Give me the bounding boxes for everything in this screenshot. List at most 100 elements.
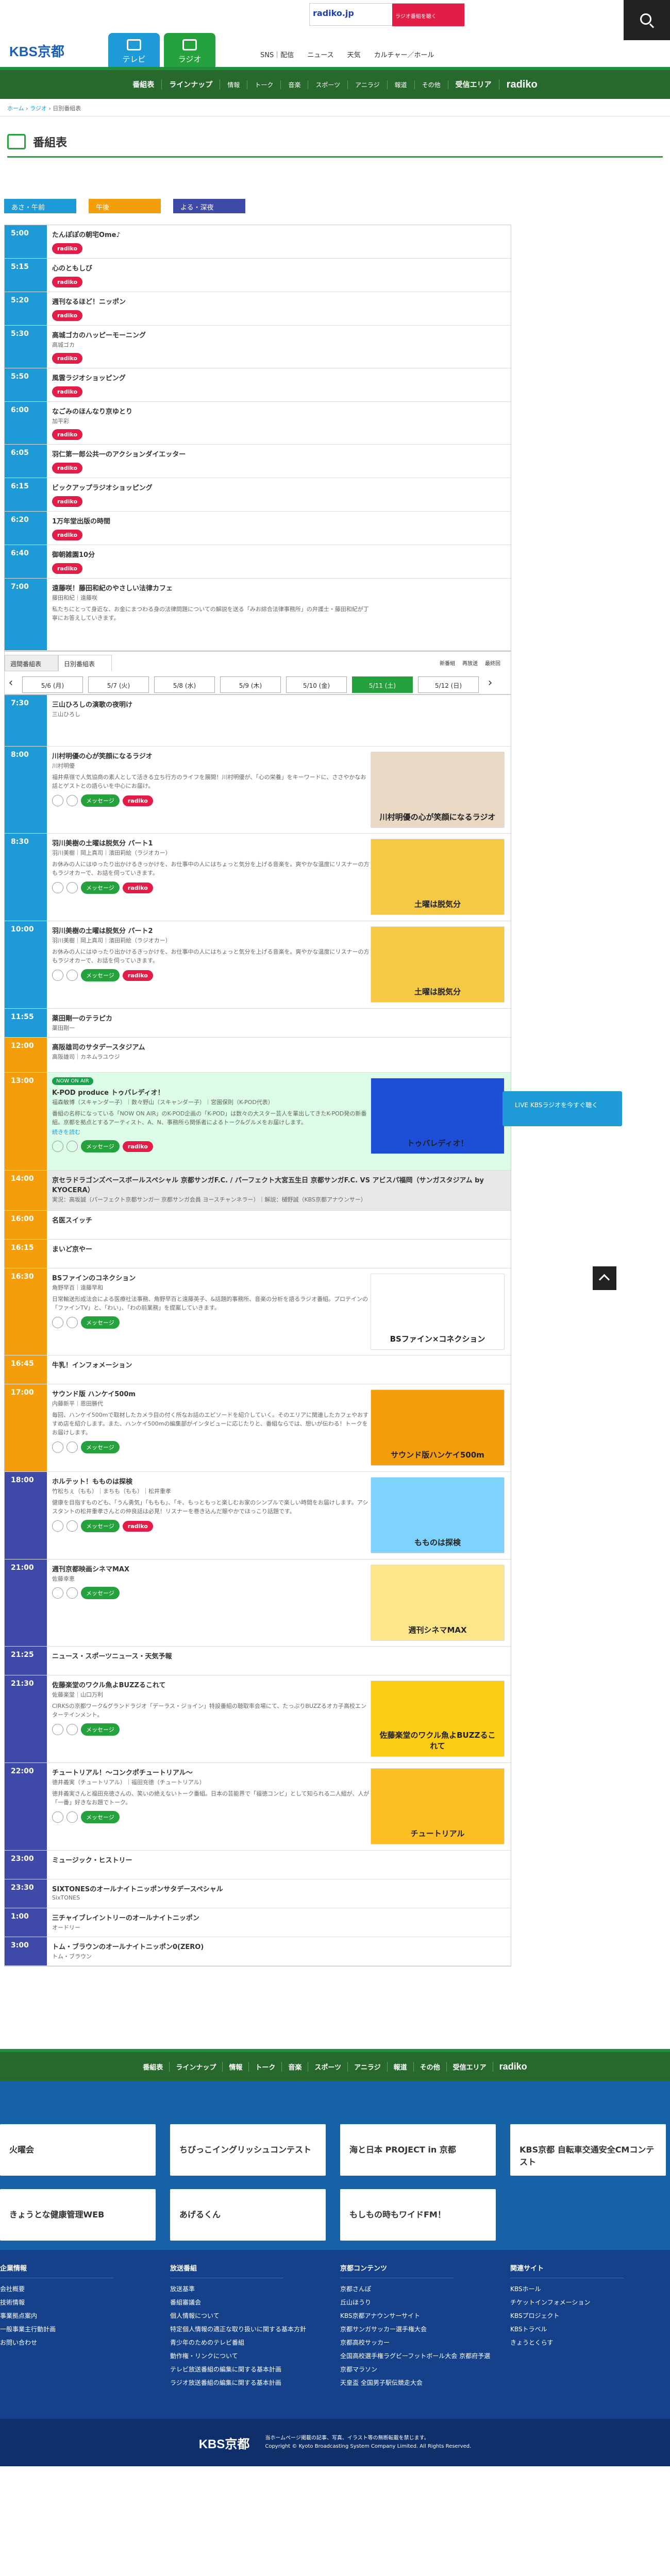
link-icon[interactable] (66, 1724, 78, 1735)
footer-link[interactable]: ラジオ放送番組の編集に関する基本計画 (170, 2376, 306, 2389)
fnav-item-1[interactable]: ラインナップ (170, 2061, 223, 2072)
footer-link[interactable]: KBS京都アナウンサーサイト (340, 2309, 490, 2323)
tab-tv[interactable]: テレビ (108, 33, 160, 67)
footer-link[interactable]: 番組審議会 (170, 2296, 306, 2309)
banner-3[interactable]: KBS京都 自転車交通安全CMコンテスト (510, 2124, 666, 2176)
link-icon[interactable] (66, 795, 78, 806)
program-title[interactable]: 心のともしび (52, 263, 506, 273)
tab-radio[interactable]: ラジオ (164, 33, 215, 67)
program-thumbnail[interactable]: BSファイン×コネクション (371, 1274, 505, 1350)
radiko-button[interactable]: radiko (52, 243, 83, 254)
banner-6[interactable]: もしもの時もワイドFM！ (340, 2189, 496, 2241)
link-icon[interactable] (66, 1442, 78, 1453)
share-icon[interactable] (52, 882, 63, 893)
program-title[interactable]: SIXTONESのオールナイトニッポンサタデースペシャル (52, 1884, 506, 1893)
program-title[interactable]: ビックアップラジオショッピング (52, 482, 506, 492)
program-thumbnail[interactable]: チュートリアル (371, 1768, 505, 1844)
gnav-item-4[interactable]: 音楽 (281, 80, 309, 89)
share-icon[interactable] (52, 1442, 63, 1453)
kbs-logo[interactable]: KBS京都 (9, 41, 64, 60)
program-thumbnail[interactable]: トゥバレディオ！ (371, 1078, 505, 1154)
fnav-radiko[interactable]: radiko (493, 2061, 533, 2072)
message-button[interactable]: メッセージ (81, 882, 120, 894)
footer-link[interactable]: KBSプロジェクト (510, 2309, 624, 2323)
link-icon[interactable] (66, 970, 78, 981)
live-radio-button[interactable]: LIVE KBSラジオを今すぐ聴く (502, 1091, 622, 1126)
day-6[interactable]: 5/12 (日) (418, 676, 479, 693)
message-button[interactable]: メッセージ (81, 1520, 120, 1532)
link-icon[interactable] (66, 1587, 78, 1599)
nav-sns[interactable]: SNS｜配信 (260, 49, 294, 59)
period-morning-button[interactable]: あさ・午前 (4, 199, 76, 213)
program-title[interactable]: 御朝雑園10分 (52, 549, 506, 559)
footer-link[interactable]: 動作権・リンクについて (170, 2349, 306, 2363)
program-title[interactable]: 遠藤咲！藤田和紀のやさしい法律カフェ (52, 583, 506, 592)
search-button[interactable] (624, 0, 670, 40)
radiko-button[interactable]: radiko (122, 882, 153, 893)
radiko-button[interactable]: radiko (52, 386, 83, 397)
program-thumbnail[interactable]: 川村明優の心が笑顔になるラジオ (371, 752, 505, 828)
program-thumbnail[interactable]: 土曜は脱気分 (371, 926, 505, 1003)
radiko-button[interactable]: radiko (52, 277, 83, 287)
gnav-item-1[interactable]: ラインナップ (162, 79, 221, 90)
share-icon[interactable] (52, 1520, 63, 1532)
tab-weekly[interactable]: 週間番組表 (5, 655, 58, 671)
radiko-button[interactable]: radiko (52, 530, 83, 540)
footer-link[interactable]: 丘山ほうり (340, 2296, 490, 2309)
next-day-arrow[interactable]: › (484, 676, 496, 693)
share-icon[interactable] (52, 970, 63, 981)
gnav-item-9[interactable]: 受信エリア (448, 79, 499, 90)
footer-link[interactable]: 特定個人情報の適正な取り扱いに関する基本方針 (170, 2323, 306, 2336)
banner-5[interactable]: あげるくん (170, 2189, 326, 2241)
fnav-item-4[interactable]: 音楽 (282, 2061, 309, 2072)
radiko-button[interactable]: radiko (52, 463, 83, 473)
footer-link[interactable]: 会社概要 (0, 2282, 113, 2296)
message-button[interactable]: メッセージ (81, 1723, 120, 1736)
radiko-button[interactable]: radiko (52, 563, 83, 574)
program-title[interactable]: 羽仁第一郎公共一のアクションダイエッター (52, 449, 506, 459)
nav-weather[interactable]: 天気 (347, 49, 361, 59)
program-title[interactable]: 京セラドラゴンズベースボールスペシャル 京都サンガF.C. / パーフェクト大宮… (52, 1175, 506, 1194)
banner-4[interactable]: きょうとな健康管理WEB (0, 2189, 156, 2241)
fnav-item-9[interactable]: 受信エリア (447, 2061, 493, 2072)
radiko-button[interactable]: radiko (122, 795, 153, 806)
footer-link[interactable]: 京都さんぽ (340, 2282, 490, 2296)
share-icon[interactable] (52, 1724, 63, 1735)
link-icon[interactable] (66, 1141, 78, 1152)
program-title[interactable]: 名医スイッチ (52, 1215, 506, 1225)
gnav-item-6[interactable]: アニラジ (348, 80, 388, 89)
message-button[interactable]: メッセージ (81, 1811, 120, 1823)
footer-link[interactable]: きょうとくらす (510, 2336, 624, 2349)
nav-culture[interactable]: カルチャー／ホール (374, 49, 434, 59)
program-title[interactable]: トム・ブラウンのオールナイトニッポン0(ZERO) (52, 1941, 506, 1951)
day-5[interactable]: 5/11 (土) (352, 676, 413, 693)
link-icon[interactable] (66, 882, 78, 893)
share-icon[interactable] (52, 1811, 63, 1823)
program-title[interactable]: 風雲ラジオショッピング (52, 372, 506, 382)
radiko-button[interactable]: radiko (122, 1141, 153, 1152)
message-button[interactable]: メッセージ (81, 1316, 120, 1329)
program-title[interactable]: 高阪雄司のサタデースタジアム (52, 1042, 506, 1052)
footer-logo[interactable]: KBS京都 (199, 2434, 250, 2452)
program-title[interactable]: ミュージック・ヒストリー (52, 1855, 506, 1865)
footer-link[interactable]: 技術情報 (0, 2296, 113, 2309)
breadcrumb-home[interactable]: ホーム (7, 105, 24, 112)
footer-link[interactable]: 京都マラソン (340, 2363, 490, 2376)
fnav-item-0[interactable]: 番組表 (137, 2061, 170, 2072)
fnav-item-2[interactable]: 情報 (223, 2061, 249, 2072)
program-thumbnail[interactable]: 佐藤楽堂のワクル魚よBUZZるこれて (371, 1681, 505, 1757)
fnav-item-3[interactable]: トーク (249, 2061, 282, 2072)
footer-link[interactable]: 個人情報について (170, 2309, 306, 2323)
radiko-banner[interactable]: radiko.jp ラジオ番組を聴く (309, 3, 465, 26)
day-3[interactable]: 5/9 (木) (220, 676, 281, 693)
day-4[interactable]: 5/10 (金) (286, 676, 347, 693)
program-title[interactable]: ニュース・スポーツニュース・天気予報 (52, 1651, 506, 1660)
footer-link[interactable]: 天皇盃 全国男子駅伝競走大会 (340, 2376, 490, 2389)
message-button[interactable]: メッセージ (81, 794, 120, 807)
banner-1[interactable]: ちびっこイングリッシュコンテスト (170, 2124, 326, 2176)
period-afternoon-button[interactable]: 午後 (89, 199, 161, 213)
program-title[interactable]: 牛乳！インフォメーション (52, 1360, 506, 1369)
program-title[interactable]: 三チャイブレイントリーのオールナイトニッポン (52, 1912, 506, 1922)
banner-0[interactable]: 火曜会 (0, 2124, 156, 2176)
footer-link[interactable]: 放送基準 (170, 2282, 306, 2296)
